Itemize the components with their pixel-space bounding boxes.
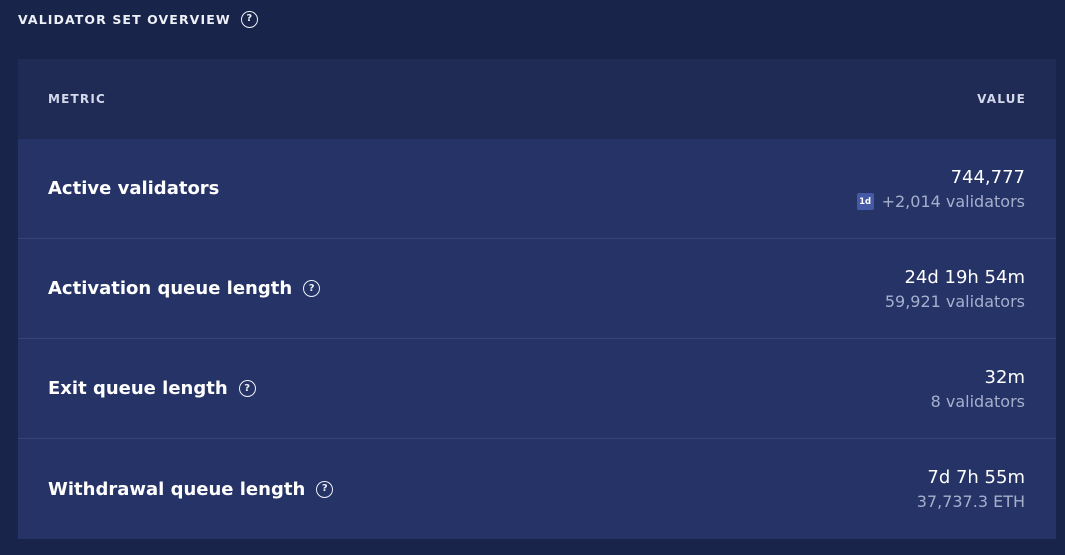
metric-cell: Exit queue length ? — [48, 378, 256, 399]
help-icon[interactable]: ? — [238, 380, 256, 397]
metric-label: Exit queue length — [48, 378, 228, 399]
help-icon[interactable]: ? — [303, 280, 321, 297]
metric-subvalue: 37,737.3 ETH — [916, 492, 1025, 511]
help-icon[interactable]: ? — [240, 10, 258, 28]
section-title: VALIDATOR SET OVERVIEW — [18, 11, 231, 27]
metric-change: +2,014 validators — [881, 191, 1025, 211]
metric-cell: Active validators — [48, 178, 219, 199]
table-row-withdrawal-queue: Withdrawal queue length ? 7d 7h 55m 37,7… — [18, 439, 1056, 539]
table-header: METRIC VALUE — [18, 59, 1056, 139]
metric-label: Active validators — [48, 178, 220, 199]
value-cell: 24d 19h 54m 59,921 validators — [885, 265, 1025, 313]
value-cell: 32m 8 validators — [931, 365, 1025, 413]
metric-value: 744,777 — [950, 166, 1025, 188]
help-icon[interactable]: ? — [316, 480, 334, 498]
metric-value: 24d 19h 54m — [904, 266, 1025, 288]
section-header: VALIDATOR SET OVERVIEW ? — [18, 8, 258, 30]
table-row-exit-queue: Exit queue length ? 32m 8 validators — [18, 339, 1056, 439]
value-cell: 744,777 1d +2,014 validators — [856, 165, 1025, 213]
metric-cell: Activation queue length ? — [48, 278, 321, 299]
metric-label: Activation queue length — [48, 278, 293, 299]
value-cell: 7d 7h 55m 37,737.3 ETH — [917, 465, 1025, 513]
metric-cell: Withdrawal queue length ? — [48, 478, 334, 500]
column-header-metric: METRIC — [48, 92, 107, 106]
time-range-badge: 1d — [856, 193, 874, 210]
column-header-value: VALUE — [977, 92, 1026, 106]
validator-overview-table: METRIC VALUE Active validators 744,777 1… — [18, 59, 1056, 539]
metric-subvalue: 59,921 validators — [884, 291, 1025, 311]
metric-subvalue: 1d +2,014 validators — [856, 191, 1025, 213]
metric-value: 32m — [984, 366, 1025, 388]
metric-subvalue: 8 validators — [930, 391, 1025, 411]
metric-value: 7d 7h 55m — [927, 467, 1025, 488]
table-row-activation-queue: Activation queue length ? 24d 19h 54m 59… — [18, 239, 1056, 339]
table-row-active-validators: Active validators 744,777 1d +2,014 vali… — [18, 139, 1056, 239]
metric-label: Withdrawal queue length — [48, 478, 306, 500]
